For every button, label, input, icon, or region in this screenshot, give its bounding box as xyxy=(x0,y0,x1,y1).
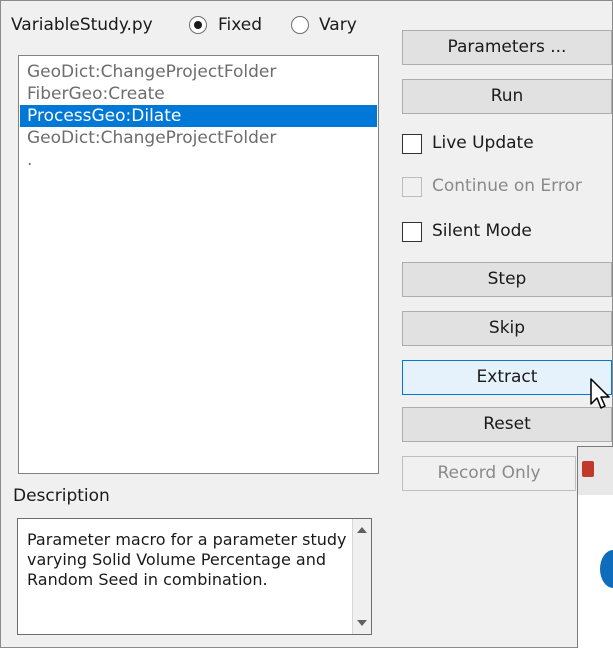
scroll-up-icon[interactable] xyxy=(357,527,367,533)
vary-radio-label[interactable]: Vary xyxy=(319,15,357,35)
skip-button[interactable]: Skip xyxy=(402,311,612,346)
overlapping-dialog[interactable] xyxy=(577,446,613,648)
description-scrollbar[interactable] xyxy=(352,519,371,634)
command-list[interactable]: GeoDict:ChangeProjectFolder FiberGeo:Cre… xyxy=(18,55,379,474)
app-logo-icon xyxy=(582,461,594,477)
list-item-selected[interactable]: ProcessGeo:Dilate xyxy=(20,105,377,127)
info-icon xyxy=(600,550,613,588)
live-update-label[interactable]: Live Update xyxy=(432,133,534,153)
vary-radio[interactable] xyxy=(291,16,309,34)
continue-on-error-checkbox xyxy=(402,177,422,197)
list-item[interactable]: FiberGeo:Create xyxy=(20,83,377,105)
fixed-radio-label[interactable]: Fixed xyxy=(218,15,262,35)
script-title: VariableStudy.py xyxy=(11,15,153,35)
live-update-checkbox[interactable] xyxy=(402,134,422,154)
description-text: Parameter macro for a parameter study va… xyxy=(27,530,347,589)
description-box[interactable]: Parameter macro for a parameter study va… xyxy=(17,518,372,635)
run-button[interactable]: Run xyxy=(402,79,612,114)
extract-button[interactable]: Extract xyxy=(402,360,612,395)
list-item[interactable]: . xyxy=(20,149,377,171)
continue-on-error-label: Continue on Error xyxy=(432,176,582,196)
scroll-down-icon[interactable] xyxy=(357,620,367,626)
description-label: Description xyxy=(13,486,110,506)
radio-selected-dot xyxy=(194,21,202,29)
list-item[interactable]: GeoDict:ChangeProjectFolder xyxy=(20,127,377,149)
list-item[interactable]: GeoDict:ChangeProjectFolder xyxy=(20,61,377,83)
silent-mode-label[interactable]: Silent Mode xyxy=(432,221,532,241)
reset-button[interactable]: Reset xyxy=(402,407,612,442)
dialog-title-bar xyxy=(578,447,613,495)
record-only-button: Record Only xyxy=(402,456,576,491)
silent-mode-checkbox[interactable] xyxy=(402,222,422,242)
fixed-radio[interactable] xyxy=(189,16,207,34)
step-button[interactable]: Step xyxy=(402,262,612,297)
parameters-button[interactable]: Parameters ... xyxy=(402,30,612,65)
mouse-cursor-icon xyxy=(590,378,610,409)
